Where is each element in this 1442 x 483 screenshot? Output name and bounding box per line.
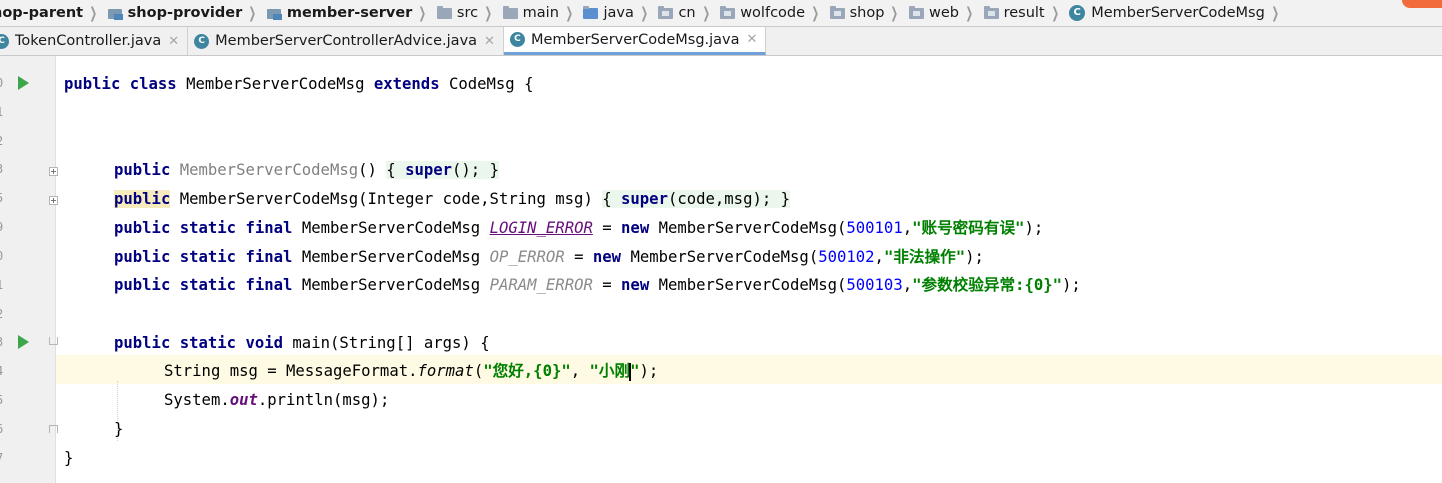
code-line-field-param-error: public static final MemberServerCodeMsg …: [114, 276, 1081, 294]
folder-icon: [502, 5, 518, 19]
breadcrumb-label: member-server: [286, 5, 413, 21]
breadcrumb-item-result[interactable]: result: [978, 0, 1049, 26]
breadcrumb-item-member-server[interactable]: member-server: [261, 0, 417, 26]
code-line-println-statement: System.out.println(msg);: [164, 391, 390, 409]
chevron-right-icon: ❯: [702, 4, 710, 22]
tab-tokencontroller[interactable]: C TokenController.java ✕: [0, 27, 189, 55]
module-icon: [107, 7, 123, 20]
code-line-main-method: public static void main(String[] args) {: [114, 334, 490, 352]
breadcrumb: hop-parent ❯ shop-provider ❯ member-serv…: [0, 0, 1442, 27]
line-number: 5: [0, 184, 6, 213]
run-icon[interactable]: [18, 335, 29, 349]
chevron-right-icon: ❯: [565, 4, 573, 22]
line-number: 2: [0, 300, 6, 329]
editor-gutter: 0 1 2 3 5 9 0 1 2 3 4 5 6 7: [0, 56, 58, 483]
chevron-right-icon: ❯: [248, 4, 257, 22]
chevron-right-icon: ❯: [965, 4, 974, 22]
breadcrumb-item-web[interactable]: web: [903, 0, 963, 26]
breadcrumb-item-memberservercodemsg[interactable]: C MemberServerCodeMsg: [1063, 0, 1269, 26]
code-line-default-constructor: public MemberServerCodeMsg() { super(); …: [114, 161, 499, 179]
chevron-right-icon: ❯: [89, 4, 98, 22]
breadcrumb-label: result: [1003, 5, 1045, 21]
chevron-right-icon: ❯: [811, 4, 820, 22]
notification-corner-icon: [1402, 0, 1442, 8]
package-icon: [909, 5, 925, 19]
breadcrumb-item-shop-provider[interactable]: shop-provider: [102, 0, 247, 26]
chevron-right-icon: ❯: [1051, 4, 1059, 22]
breadcrumb-label: shop: [849, 5, 885, 21]
line-number: 3: [0, 328, 6, 357]
close-icon[interactable]: ✕: [168, 34, 179, 49]
code-line-field-op-error: public static final MemberServerCodeMsg …: [114, 248, 984, 266]
breadcrumb-item-java[interactable]: java: [577, 0, 637, 26]
line-number: 0: [0, 69, 6, 98]
breadcrumb-item-hop-parent[interactable]: hop-parent: [0, 0, 87, 26]
breadcrumb-item-src[interactable]: src: [431, 0, 482, 26]
class-icon: C: [0, 33, 9, 49]
breadcrumb-item-main[interactable]: main: [497, 0, 563, 26]
code-line-format-statement: String msg = MessageFormat.format("您好,{0…: [164, 362, 659, 381]
line-number: 4: [0, 357, 6, 386]
breadcrumb-label: shop-provider: [127, 5, 243, 21]
run-icon[interactable]: [18, 76, 29, 90]
line-number: 0: [0, 242, 6, 271]
breadcrumb-label: web: [929, 5, 960, 21]
close-icon[interactable]: ✕: [747, 32, 758, 47]
breadcrumb-label: java: [603, 5, 634, 21]
line-number: 2: [0, 127, 6, 156]
folder-icon: [436, 5, 452, 19]
code-line-close-class: }: [64, 449, 74, 467]
chevron-right-icon: ❯: [418, 4, 427, 22]
editor-tab-bar: C TokenController.java ✕ C MemberServerC…: [0, 27, 1442, 56]
breadcrumb-label: src: [456, 5, 479, 21]
code-line-close-method: }: [114, 420, 124, 438]
tab-label: MemberServerCodeMsg.java: [530, 31, 740, 48]
close-icon[interactable]: ✕: [484, 34, 495, 49]
breadcrumb-label: hop-parent: [0, 5, 84, 21]
breadcrumb-label: wolfcode: [740, 5, 806, 21]
package-icon: [658, 5, 674, 19]
breadcrumb-item-wolfcode[interactable]: wolfcode: [714, 0, 809, 26]
breadcrumb-label: MemberServerCodeMsg: [1091, 5, 1265, 21]
source-folder-icon: [583, 5, 599, 19]
class-icon: C: [1069, 5, 1086, 21]
tab-memberservercodemsg[interactable]: C MemberServerCodeMsg.java ✕: [503, 27, 767, 55]
tab-label: TokenController.java: [15, 33, 162, 49]
code-editor[interactable]: public class MemberServerCodeMsg extends…: [56, 56, 1442, 483]
class-icon: C: [194, 33, 210, 49]
code-line-field-login-error: public static final MemberServerCodeMsg …: [114, 219, 1044, 237]
package-icon: [720, 5, 736, 19]
breadcrumb-item-cn[interactable]: cn: [652, 0, 699, 26]
code-line-constructor: public MemberServerCodeMsg(Integer code,…: [114, 190, 791, 208]
line-number: 7: [0, 444, 6, 473]
breadcrumb-label: cn: [678, 5, 696, 21]
class-icon: C: [509, 32, 525, 47]
line-number: 1: [0, 271, 6, 300]
chevron-right-icon: ❯: [484, 4, 493, 22]
module-icon: [266, 7, 282, 20]
package-icon: [829, 5, 845, 19]
breadcrumb-label: main: [522, 5, 559, 21]
chevron-right-icon: ❯: [640, 4, 648, 22]
chevron-right-icon: ❯: [1271, 4, 1279, 22]
line-number: 5: [0, 386, 6, 415]
package-icon: [983, 5, 999, 19]
code-line-class-declaration: public class MemberServerCodeMsg extends…: [64, 75, 534, 93]
chevron-right-icon: ❯: [890, 4, 899, 22]
tab-memberservercontrolleradvice[interactable]: C MemberServerControllerAdvice.java ✕: [188, 27, 504, 55]
line-number: 6: [0, 415, 6, 444]
line-number: 1: [0, 98, 6, 127]
tab-label: MemberServerControllerAdvice.java: [215, 33, 478, 49]
line-number: 3: [0, 155, 6, 184]
line-number: 9: [0, 213, 6, 242]
breadcrumb-item-shop[interactable]: shop: [824, 0, 889, 26]
